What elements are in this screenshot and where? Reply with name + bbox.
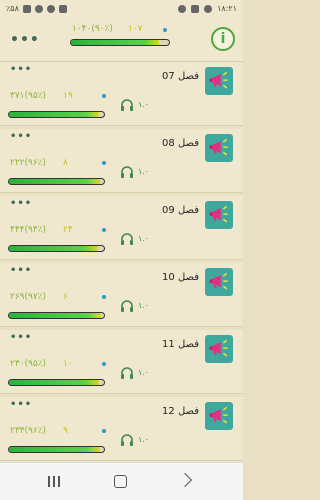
chapter-total-count: ۳۷۱(۹۵٪) xyxy=(10,91,47,101)
row-more-dots-icon[interactable]: ••• xyxy=(10,64,32,75)
audio-speed-label: ۱.۰ xyxy=(138,167,150,176)
chapter-blue-dot xyxy=(102,429,106,433)
megaphone-icon[interactable] xyxy=(205,335,233,363)
headphones-icon[interactable] xyxy=(120,365,134,379)
chapter-progress-bar xyxy=(8,379,105,386)
chapter-total-count: ۲۳۳(۹۶٪) xyxy=(10,426,47,436)
chapter-progress-bar xyxy=(8,446,105,453)
chapter-progress-bar xyxy=(8,312,105,319)
chapter-remaining-count: ۶ xyxy=(63,292,68,302)
chapter-remaining-count: ۸ xyxy=(63,158,68,168)
headphones-icon[interactable] xyxy=(120,97,134,111)
headphones-icon[interactable] xyxy=(120,298,134,312)
chapter-title: فصل 08 xyxy=(162,138,199,149)
chapter-row[interactable]: ••• فصل 08 ۲۲۲(۹۶٪) ۸ ۱.۰ xyxy=(0,129,243,193)
chapter-title: فصل 11 xyxy=(162,339,199,350)
row-more-dots-icon[interactable]: ••• xyxy=(10,198,32,209)
audio-speed-label: ۱.۰ xyxy=(138,435,150,444)
chapter-blue-dot xyxy=(102,161,106,165)
wifi-icon xyxy=(46,4,55,13)
chapter-remaining-count: ۱۰ xyxy=(63,359,73,369)
chapter-progress-bar xyxy=(8,245,105,252)
headphones-icon[interactable] xyxy=(120,231,134,245)
battery-text: ٪۵۸ xyxy=(6,4,19,13)
chapter-title: فصل 07 xyxy=(162,71,199,82)
chapter-blue-dot xyxy=(102,362,106,366)
header-blue-dot xyxy=(163,28,167,32)
chapter-total-count: ۲۶۹(۹۷٪) xyxy=(10,292,47,302)
headphones-icon[interactable] xyxy=(120,432,134,446)
telegram-icon xyxy=(204,4,213,13)
headphones-icon[interactable] xyxy=(120,164,134,178)
audio-speed-label: ۱.۰ xyxy=(138,301,150,310)
chapter-row[interactable]: ••• فصل 09 ۴۴۴(۹۴٪) ۲۴ ۱.۰ xyxy=(0,196,243,260)
image-icon xyxy=(191,4,200,13)
back-icon[interactable] xyxy=(177,472,193,488)
chapter-total-count: ۲۳۰(۹۵٪) xyxy=(10,359,47,369)
chapter-progress-bar xyxy=(8,178,105,185)
chapter-remaining-count: ۹ xyxy=(63,426,68,436)
audio-speed-label: ۱.۰ xyxy=(138,100,150,109)
chapter-remaining-count: ۲۴ xyxy=(63,225,73,235)
megaphone-icon[interactable] xyxy=(205,402,233,430)
info-icon[interactable]: i xyxy=(211,27,235,51)
chapter-progress-fill xyxy=(9,246,99,251)
header-total-count: ۱۰۴۰(۹۰٪) xyxy=(72,24,113,34)
audio-speed-label: ۱.۰ xyxy=(138,234,150,243)
chapter-progress-fill xyxy=(9,179,101,184)
chapter-row[interactable]: ••• فصل 07 ۳۷۱(۹۵٪) ۱۹ ۱.۰ xyxy=(0,62,243,126)
home-icon[interactable] xyxy=(114,475,127,488)
chapter-row[interactable]: ••• فصل 11 ۲۳۰(۹۵٪) ۱۰ ۱.۰ xyxy=(0,330,243,394)
row-more-dots-icon[interactable]: ••• xyxy=(10,332,32,343)
clock-text: ۱۸:۲۱ xyxy=(217,4,237,13)
chapter-title: فصل 12 xyxy=(162,406,199,417)
megaphone-icon[interactable] xyxy=(205,134,233,162)
chapter-blue-dot xyxy=(102,228,106,232)
chapter-total-count: ۲۲۲(۹۶٪) xyxy=(10,158,47,168)
chapter-blue-dot xyxy=(102,94,106,98)
audio-speed-label: ۱.۰ xyxy=(138,368,150,377)
header-remaining-count: ۱۰۷ xyxy=(128,24,143,34)
status-bar: ٪۵۸ ۱۸:۲۱ xyxy=(0,0,243,18)
chapter-title: فصل 09 xyxy=(162,205,199,216)
status-right-group: ۱۸:۲۱ xyxy=(178,4,237,13)
chapter-row[interactable]: ••• فصل 12 ۲۳۳(۹۶٪) ۹ ۱.۰ xyxy=(0,397,243,461)
alarm-icon xyxy=(58,4,67,13)
row-more-dots-icon[interactable]: ••• xyxy=(10,399,32,410)
message-icon xyxy=(178,4,187,13)
header-progress-bar xyxy=(70,39,170,46)
chapter-blue-dot xyxy=(102,295,106,299)
battery-icon xyxy=(22,4,31,13)
chapter-title: فصل 10 xyxy=(162,272,199,283)
header-progress-fill xyxy=(71,40,160,45)
megaphone-icon[interactable] xyxy=(205,268,233,296)
chapter-progress-fill xyxy=(9,380,100,385)
chapter-row[interactable]: ••• فصل 10 ۲۶۹(۹۷٪) ۶ ۱.۰ xyxy=(0,263,243,327)
chapter-remaining-count: ۱۹ xyxy=(63,91,73,101)
system-nav-bar xyxy=(0,462,243,500)
row-more-dots-icon[interactable]: ••• xyxy=(10,265,32,276)
signal-icon xyxy=(34,4,43,13)
status-left-group: ٪۵۸ xyxy=(6,4,67,13)
megaphone-icon[interactable] xyxy=(205,67,233,95)
megaphone-icon[interactable] xyxy=(205,201,233,229)
chapter-progress-fill xyxy=(9,447,101,452)
more-dots-icon[interactable]: ••• xyxy=(10,32,40,48)
chapter-total-count: ۴۴۴(۹۴٪) xyxy=(10,225,47,235)
chapter-progress-bar xyxy=(8,111,105,118)
chapter-progress-fill xyxy=(9,112,100,117)
row-more-dots-icon[interactable]: ••• xyxy=(10,131,32,142)
app-header: ••• ۱۰۴۰(۹۰٪) ۱۰۷ i xyxy=(0,18,243,62)
recent-apps-icon[interactable] xyxy=(48,476,60,487)
chapter-progress-fill xyxy=(9,313,102,318)
